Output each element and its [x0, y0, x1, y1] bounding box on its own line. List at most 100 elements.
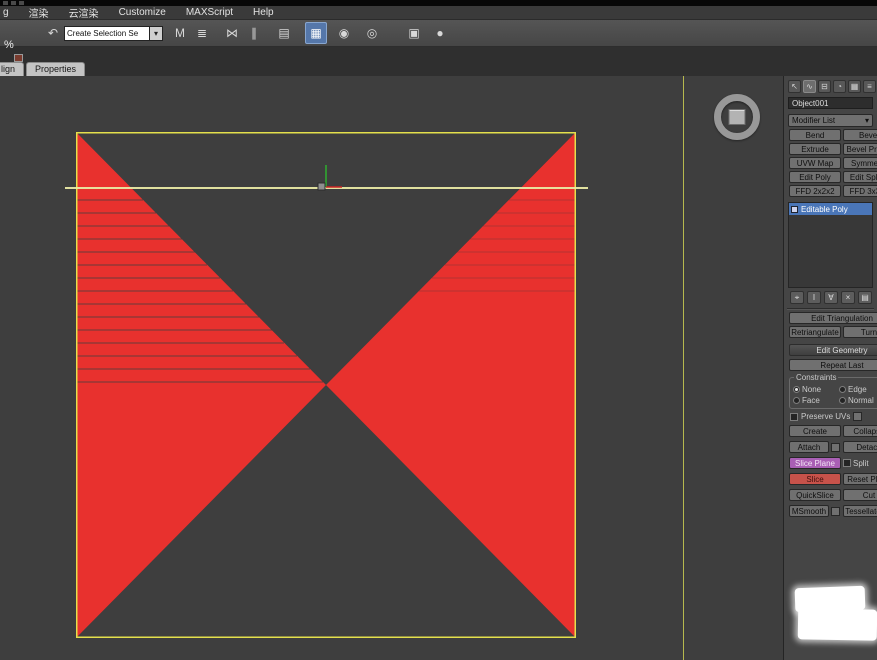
split-checkbox[interactable] — [843, 459, 851, 467]
reset-plane-button[interactable]: Reset Plane — [843, 473, 877, 485]
chevron-down-icon: ▾ — [865, 116, 869, 125]
object-name-field[interactable]: Object001 — [788, 97, 873, 109]
editable-poly-object[interactable] — [76, 132, 576, 638]
show-end-result-icon[interactable]: I — [807, 291, 821, 304]
window-icon — [11, 1, 16, 5]
stack-toolbar: ⌖ I ∀ × ▤ — [784, 288, 877, 306]
modifier-button-uvw-map[interactable]: UVW Map — [789, 157, 841, 169]
mirror-icon[interactable]: ⋈ — [221, 22, 243, 44]
hierarchy-tab-icon[interactable]: ⊟ — [818, 80, 831, 93]
tab-properties[interactable]: Properties — [26, 62, 85, 76]
panel-tabstrip: lign Properties — [0, 62, 87, 76]
preserve-uvs-label: Preserve UVs — [801, 412, 850, 421]
make-unique-icon[interactable]: ∀ — [824, 291, 838, 304]
sliced-plane-geometry — [76, 132, 576, 638]
collapse-button[interactable]: Collapse — [843, 425, 877, 437]
constraint-edge-radio[interactable]: Edge — [839, 385, 877, 394]
menu-item-help[interactable]: Help — [253, 7, 274, 18]
turn-button[interactable]: Turn — [843, 326, 877, 338]
constraint-none-radio[interactable]: None — [793, 385, 839, 394]
msmooth-button[interactable]: MSmooth — [789, 505, 829, 517]
menu-item-cut[interactable]: g — [3, 7, 9, 18]
stack-item-editable-poly[interactable]: Editable Poly — [789, 203, 872, 215]
percent-snap-icon[interactable]: % — [4, 39, 14, 51]
detach-button[interactable]: Detach — [843, 441, 877, 453]
attach-button[interactable]: Attach — [789, 441, 829, 453]
motion-tab-icon[interactable]: ◔ — [833, 80, 846, 93]
preserve-uvs-settings-button[interactable] — [853, 412, 862, 421]
slice-plane-button[interactable]: Slice Plane — [789, 457, 841, 469]
constraint-face-radio[interactable]: Face — [793, 396, 839, 405]
stack-item-label: Editable Poly — [801, 205, 848, 214]
mini-toolbar-icon[interactable] — [14, 54, 23, 62]
modifier-button-edit-poly[interactable]: Edit Poly — [789, 171, 841, 183]
radio-icon — [793, 397, 800, 404]
secondary-bar: % lign Properties — [0, 47, 877, 76]
create-tab-icon[interactable]: ↖ — [788, 80, 801, 93]
viewport-navigation-ring[interactable] — [714, 94, 760, 140]
radio-label: Normal — [848, 396, 874, 405]
censored-watermark — [798, 608, 877, 640]
slice-button[interactable]: Slice — [789, 473, 841, 485]
constraint-normal-radio[interactable]: Normal — [839, 396, 877, 405]
perspective-viewport[interactable] — [0, 76, 783, 660]
render-icon[interactable]: ● — [429, 22, 451, 44]
modifier-stack: Editable Poly — [788, 202, 873, 288]
render-setup-icon[interactable]: ◎ — [361, 22, 383, 44]
modifier-button-bevel-profile[interactable]: Bevel Profile — [843, 143, 877, 155]
material-editor-icon[interactable]: ◉ — [333, 22, 355, 44]
quickslice-button[interactable]: QuickSlice — [789, 489, 841, 501]
command-panel-tabs: ↖ ∿ ⊟ ◔ ▦ ≡ — [784, 76, 877, 96]
menu-item-customize[interactable]: Customize — [119, 7, 166, 18]
menu-item-cloud-render[interactable]: 云渲染 — [69, 5, 99, 20]
modifier-button-ffd3x3x3[interactable]: FFD 3x3x3 — [843, 185, 877, 197]
divider — [787, 308, 874, 309]
msmooth-settings-button[interactable] — [831, 507, 840, 516]
edit-triangulation-button[interactable]: Edit Triangulation — [789, 312, 877, 324]
undo-icon[interactable]: ↶ — [42, 22, 64, 44]
utilities-tab-icon[interactable]: ≡ — [863, 80, 876, 93]
retriangulate-button[interactable]: Retriangulate — [789, 326, 841, 338]
attach-list-button[interactable] — [831, 443, 840, 452]
modifier-button-ffd2x2x2[interactable]: FFD 2x2x2 — [789, 185, 841, 197]
dropdown-arrow-icon[interactable]: ▾ — [150, 26, 163, 41]
modifier-button-bend[interactable]: Bend — [789, 129, 841, 141]
edit-geometry-rollout-header[interactable]: Edit Geometry — [789, 344, 877, 356]
menu-item-maxscript[interactable]: MAXScript — [186, 7, 233, 18]
viewport-layout-icon[interactable]: ▦ — [305, 22, 327, 44]
modifier-list-dropdown[interactable]: Modifier List ▾ — [788, 114, 873, 127]
display-tab-icon[interactable]: ▦ — [848, 80, 861, 93]
modify-tab-icon[interactable]: ∿ — [803, 80, 816, 93]
preserve-uvs-checkbox[interactable] — [790, 413, 798, 421]
navigation-center-button[interactable] — [729, 109, 746, 125]
cut-button[interactable]: Cut — [843, 489, 877, 501]
modifier-buttons: Bend Bevel Extrude Bevel Profile UVW Map… — [784, 129, 877, 197]
window-icon — [19, 1, 24, 5]
tessellate-button[interactable]: Tessellate — [843, 505, 877, 517]
create-button[interactable]: Create — [789, 425, 841, 437]
radio-label: Face — [802, 396, 820, 405]
modifier-button-symmetry[interactable]: Symmetry — [843, 157, 877, 169]
rendered-frame-icon[interactable]: ▣ — [403, 22, 425, 44]
menu-item-render[interactable]: 渲染 — [29, 5, 49, 20]
pin-stack-icon[interactable]: ⌖ — [790, 291, 804, 304]
viewport-splitter[interactable] — [683, 76, 684, 660]
constraints-group: Constraints None Edge Face Normal — [789, 377, 877, 409]
repeat-last-button[interactable]: Repeat Last — [789, 359, 877, 371]
align-icon[interactable]: ∥ — [243, 22, 265, 44]
layer-manager-icon[interactable]: ▤ — [273, 22, 295, 44]
schematic-view-icon[interactable]: ≣ — [191, 22, 213, 44]
modifier-list-label: Modifier List — [792, 116, 835, 125]
tab-align[interactable]: lign — [0, 62, 24, 76]
remove-modifier-icon[interactable]: × — [841, 291, 855, 304]
modifier-button-bevel[interactable]: Bevel — [843, 129, 877, 141]
modifier-button-extrude[interactable]: Extrude — [789, 143, 841, 155]
radio-icon — [839, 386, 846, 393]
curve-editor-icon[interactable]: M — [169, 22, 191, 44]
configure-modifier-sets-icon[interactable]: ▤ — [858, 291, 872, 304]
command-panel: ↖ ∿ ⊟ ◔ ▦ ≡ Object001 Modifier List ▾ Be… — [783, 76, 877, 660]
constraints-label: Constraints — [794, 373, 838, 382]
modifier-button-edit-spline[interactable]: Edit Spline — [843, 171, 877, 183]
preserve-uvs-row: Preserve UVs — [784, 412, 877, 421]
named-selection-set-dropdown[interactable]: Create Selection Se — [64, 26, 150, 41]
